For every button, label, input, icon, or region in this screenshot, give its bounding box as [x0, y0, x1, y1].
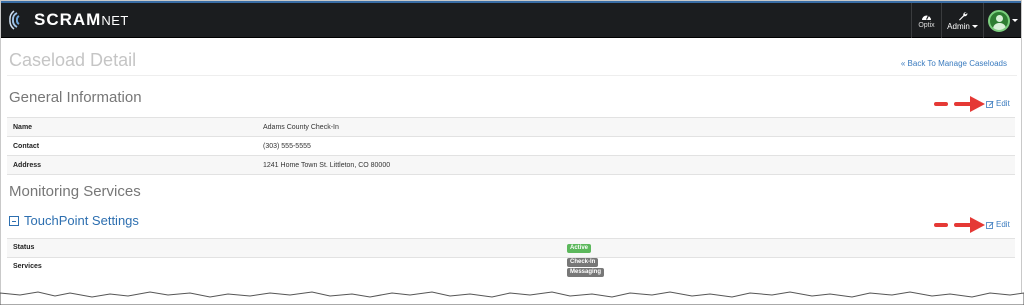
general-information-heading: General Information [9, 89, 142, 106]
name-value: Adams County Check-In [257, 117, 1015, 137]
brand-name-suffix: NET [101, 13, 129, 28]
user-avatar-icon [987, 9, 1010, 32]
app-frame: SCRAMNET Optix Admin Caseload Detail « B… [0, 0, 1022, 300]
service-badge-check-in: Check-In [567, 258, 599, 267]
monitoring-services-heading: Monitoring Services [9, 183, 141, 200]
brand-logo[interactable]: SCRAMNET [9, 9, 129, 31]
navbar-accent-line [1, 1, 1021, 3]
status-label: Status [7, 238, 561, 258]
edit-icon [986, 100, 994, 108]
admin-label: Admin [947, 21, 970, 31]
caret-down-icon [971, 24, 978, 28]
status-badge: Active [567, 244, 592, 253]
general-information-table: Name Adams County Check-In Contact (303)… [7, 117, 1015, 175]
services-label: Services [7, 257, 561, 286]
navbar-right-menu: Optix Admin [911, 3, 1021, 38]
table-row: Contact (303) 555-5555 [7, 136, 1015, 156]
touchpoint-settings-heading: TouchPoint Settings [24, 213, 139, 228]
touchpoint-edit-link[interactable]: Edit [986, 220, 1010, 229]
torn-edge-decoration [0, 291, 1024, 305]
touchpoint-settings-toggle[interactable]: TouchPoint Settings [9, 213, 139, 228]
collapse-icon [9, 215, 19, 226]
name-label: Name [7, 117, 257, 137]
annotation-arrow-icon [934, 96, 985, 112]
page-title: Caseload Detail [9, 50, 137, 70]
services-cell: Check-In Messaging [561, 257, 1015, 286]
general-edit-link[interactable]: Edit [986, 99, 1010, 108]
table-row: Services Check-In Messaging [7, 257, 1015, 286]
admin-nav-dropdown[interactable]: Admin [941, 3, 983, 38]
speedometer-icon [922, 15, 931, 20]
brand-name: SCRAMNET [34, 10, 129, 30]
title-divider [7, 75, 1017, 76]
optix-label: Optix [918, 22, 935, 29]
table-row: Name Adams County Check-In [7, 117, 1015, 137]
admin-label-wrap: Admin [947, 22, 978, 31]
optix-nav-button[interactable]: Optix [911, 3, 941, 38]
status-cell: Active [561, 238, 1015, 258]
contact-label: Contact [7, 136, 257, 156]
caret-down-icon [1011, 19, 1018, 22]
general-edit-label: Edit [996, 99, 1010, 108]
edit-icon [986, 221, 994, 229]
back-to-manage-caseloads-link[interactable]: « Back To Manage Caseloads [901, 59, 1007, 68]
table-row: Address 1241 Home Town St. Littleton, CO… [7, 155, 1015, 175]
touchpoint-edit-label: Edit [996, 220, 1010, 229]
scram-logo-icon [9, 10, 20, 30]
annotation-arrow-icon [934, 217, 985, 233]
wrench-icon [958, 11, 967, 20]
contact-value: (303) 555-5555 [257, 136, 1015, 156]
brand-name-main: SCRAM [34, 10, 102, 29]
address-label: Address [7, 155, 257, 175]
address-value: 1241 Home Town St. Littleton, CO 80000 [257, 155, 1015, 175]
table-row: Status Active [7, 238, 1015, 258]
touchpoint-settings-table: Status Active Services Check-In Messagin… [7, 238, 1015, 286]
user-menu-dropdown[interactable] [983, 3, 1021, 38]
service-badge-messaging: Messaging [567, 268, 605, 277]
user-menu-inner [987, 9, 1018, 32]
top-navbar: SCRAMNET Optix Admin [1, 1, 1021, 38]
